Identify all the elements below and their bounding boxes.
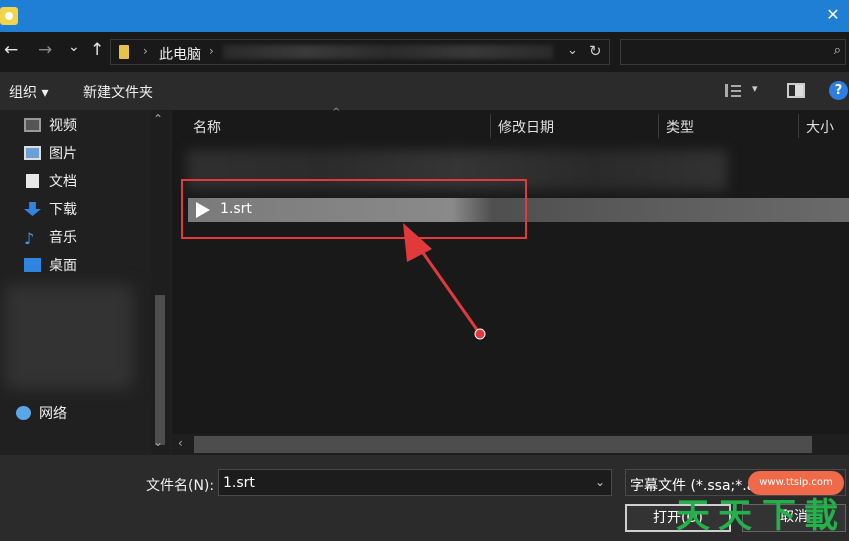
- horizontal-scrollbar[interactable]: ‹: [172, 434, 849, 455]
- dialog-footer: 文件名(N): 1.srt ⌄ 字幕文件 (*.ssa;*.ass;*.srt)…: [0, 455, 849, 541]
- arrow-shaft: [412, 239, 482, 335]
- filename-dropdown-icon[interactable]: ⌄: [595, 475, 605, 489]
- arrow-head: [403, 223, 432, 262]
- scroll-left-icon[interactable]: ‹: [178, 436, 183, 450]
- cancel-button[interactable]: 取消: [742, 504, 846, 532]
- filename-value: 1.srt: [223, 475, 255, 491]
- filename-input[interactable]: 1.srt ⌄: [218, 469, 612, 496]
- open-button[interactable]: 打开(O): [625, 504, 731, 532]
- filetype-select[interactable]: 字幕文件 (*.ssa;*.ass;*.srt): [625, 469, 846, 496]
- scrollbar-thumb[interactable]: [194, 436, 812, 453]
- filename-label: 文件名(N):: [146, 478, 215, 494]
- filetype-value: 字幕文件 (*.ssa;*.ass;*.srt): [630, 478, 811, 494]
- arrow-tail-dot: [474, 328, 486, 340]
